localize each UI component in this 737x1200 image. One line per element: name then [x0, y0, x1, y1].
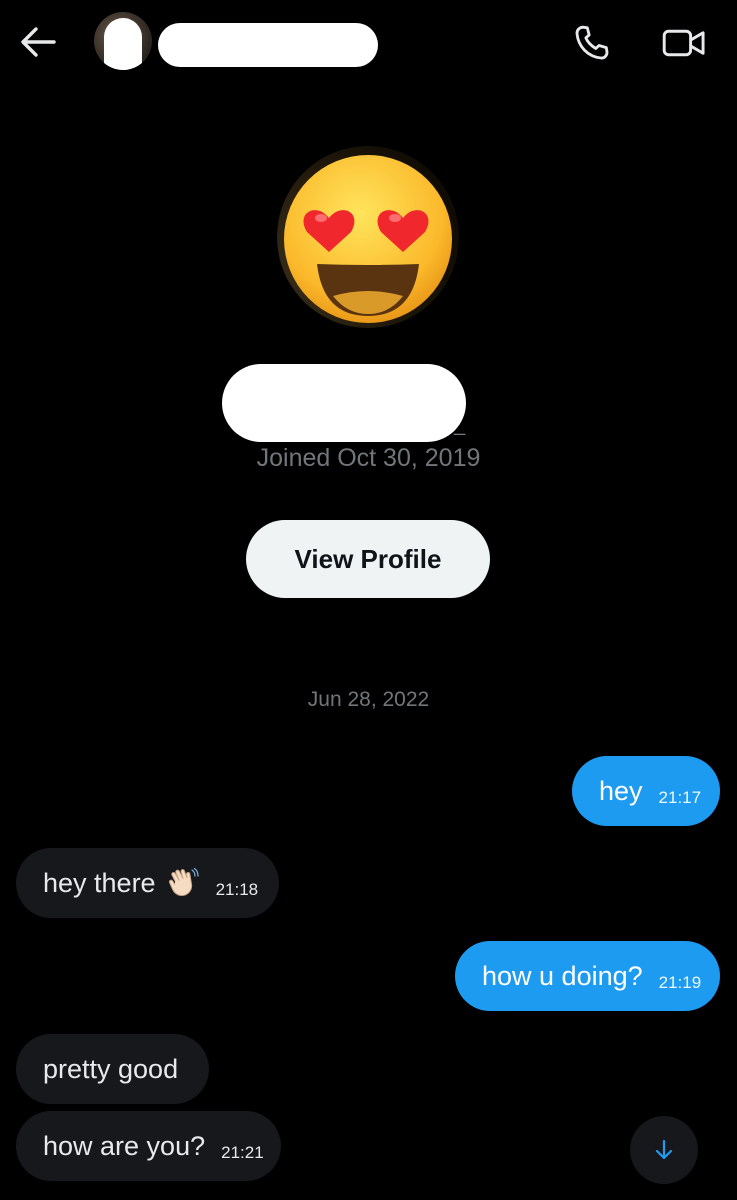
date-separator: Jun 28, 2022 — [307, 688, 430, 711]
voice-call-button[interactable] — [566, 20, 618, 66]
profile-handle-fragment: _ — [454, 414, 466, 436]
arrow-down-icon — [655, 1139, 673, 1160]
message-time: 21:17 — [658, 788, 702, 807]
header-avatar[interactable] — [94, 12, 152, 70]
smiling-face-with-heart-eyes-emoji — [284, 155, 452, 323]
back-button[interactable] — [14, 20, 62, 64]
phone-icon — [575, 25, 609, 60]
message-bubble-incoming[interactable]: pretty good — [16, 1034, 209, 1104]
arrow-left-icon — [21, 27, 56, 57]
message-text: how u doing? — [482, 960, 643, 991]
message-time: 21:18 — [215, 880, 259, 899]
message-text: hey — [599, 775, 643, 806]
video-camera-icon — [662, 29, 705, 57]
scroll-to-bottom-button[interactable] — [630, 1116, 698, 1184]
message-text: how are you? — [43, 1130, 206, 1161]
message-bubble-incoming[interactable]: hey there 21:18 — [16, 848, 279, 918]
message-time: 21:19 — [658, 973, 702, 992]
video-call-button[interactable] — [656, 20, 712, 66]
header-name-redacted — [158, 23, 378, 67]
message-time: 21:21 — [221, 1143, 264, 1162]
message-text: pretty good — [43, 1053, 179, 1084]
joined-date: Joined Oct 30, 2019 — [256, 444, 481, 472]
message-bubble-incoming[interactable]: how are you? 21:21 — [16, 1111, 281, 1181]
redacted-mask — [104, 18, 142, 70]
message-text: hey there — [43, 867, 156, 898]
message-bubble-outgoing[interactable]: hey 21:17 — [572, 756, 720, 826]
message-bubble-outgoing[interactable]: how u doing? 21:19 — [455, 941, 720, 1011]
waving-hand-emoji — [166, 866, 200, 900]
profile-avatar[interactable] — [277, 146, 459, 328]
view-profile-button[interactable]: View Profile — [246, 520, 490, 598]
profile-name-redacted — [222, 364, 466, 442]
